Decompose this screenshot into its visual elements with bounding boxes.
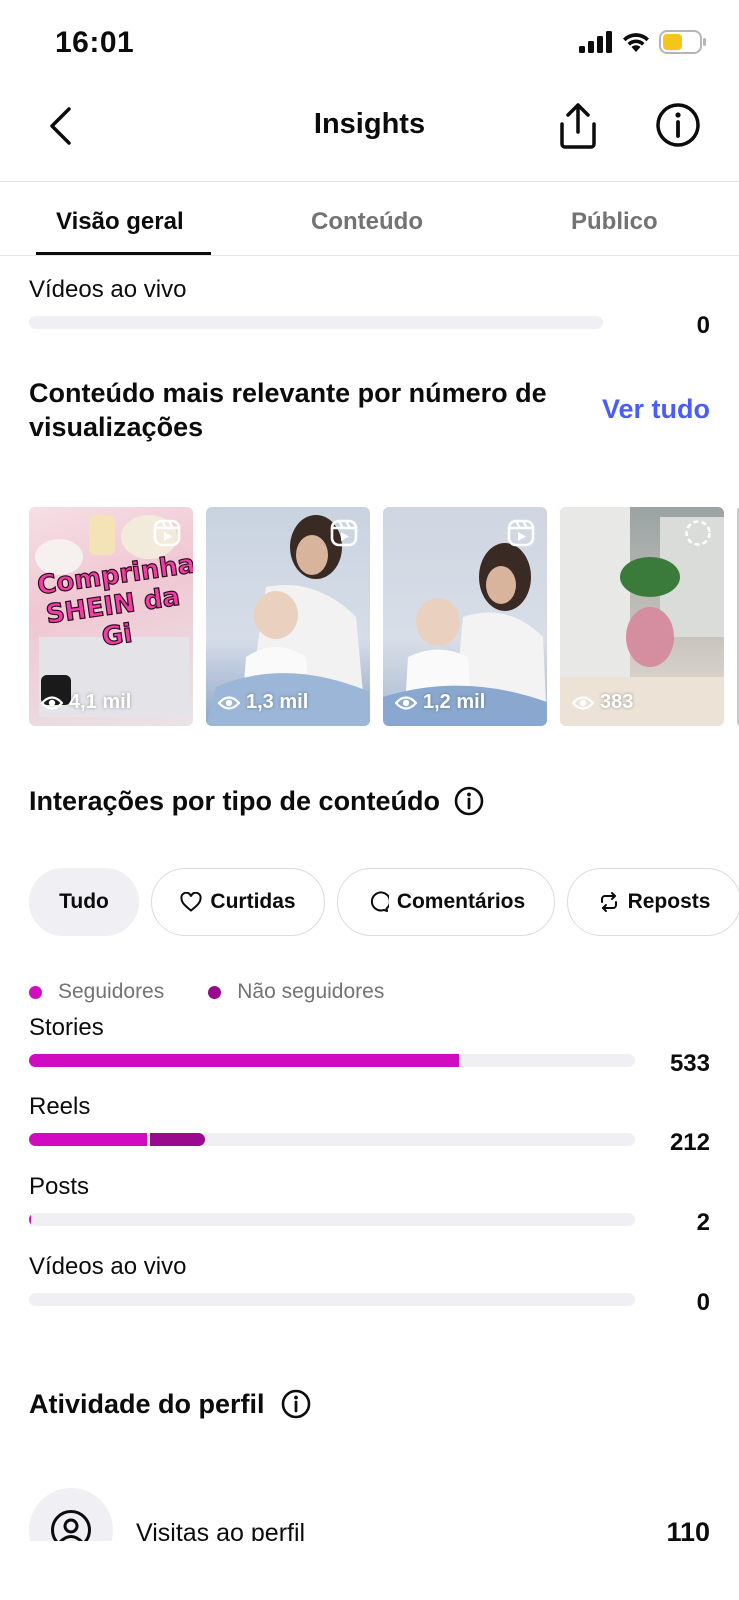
- legend-followers: Seguidores: [29, 980, 164, 1004]
- interactions-header: Interações por tipo de conteúdo: [29, 784, 484, 818]
- status-icons: [579, 30, 707, 54]
- profile-activity-header: Atividade do perfil: [29, 1387, 311, 1421]
- interaction-row-label: Posts: [29, 1173, 90, 1200]
- info-button[interactable]: [655, 102, 701, 148]
- status-time: 16:01: [55, 26, 135, 59]
- filter-all-chip[interactable]: Tudo: [29, 868, 139, 936]
- nav-header: Insights: [0, 84, 739, 182]
- interaction-row-label: Vídeos ao vivo: [29, 1253, 187, 1280]
- thumbnail-views: 1,2 mil: [395, 691, 485, 714]
- filter-reposts-chip[interactable]: Reposts: [567, 868, 739, 936]
- user-circle-icon: [51, 1510, 91, 1541]
- legend-label: Seguidores: [58, 980, 165, 1003]
- page-title: Insights: [313, 108, 426, 140]
- interaction-row-value: 2: [696, 1209, 710, 1236]
- info-icon[interactable]: [281, 1389, 311, 1419]
- tab-audience[interactable]: Público: [571, 208, 658, 236]
- filter-chips: Tudo Curtidas Comentários Reposts: [29, 868, 739, 936]
- content-thumbnail[interactable]: 1,3 mil: [206, 507, 370, 726]
- interactions-title: Interações por tipo de conteúdo: [29, 786, 441, 816]
- filter-likes-chip[interactable]: Curtidas: [151, 868, 325, 936]
- legend-dot-nonfollowers: [208, 985, 222, 999]
- views-count: 4,1 mil: [69, 691, 132, 713]
- thumbnail-views: 1,3 mil: [218, 691, 308, 714]
- top-row-label: Vídeos ao vivo: [29, 276, 187, 303]
- interaction-row-label: Stories: [29, 1014, 104, 1041]
- comment-icon: [370, 891, 389, 912]
- battery-icon: [659, 30, 706, 54]
- interaction-bar: [29, 1054, 635, 1067]
- story-ring-icon: [685, 520, 711, 546]
- wifi-icon: [623, 33, 649, 52]
- reels-icon: [153, 519, 181, 547]
- chip-label: Comentários: [396, 890, 526, 913]
- interaction-row-label: Reels: [29, 1093, 91, 1120]
- eye-icon: [395, 695, 417, 710]
- interaction-bar: [29, 1133, 635, 1146]
- profile-visits-icon-wrap: [29, 1488, 113, 1541]
- reels-icon: [330, 519, 358, 547]
- chip-label: Curtidas: [210, 890, 296, 913]
- top-row-bar: [29, 316, 603, 329]
- eye-icon: [218, 695, 240, 710]
- views-count: 1,3 mil: [246, 691, 309, 713]
- bar-fill-followers: [29, 1213, 31, 1226]
- overview-content[interactable]: Vídeos ao vivo 0 Conteúdo mais relevante…: [0, 256, 739, 1541]
- heart-icon: [180, 892, 202, 912]
- legend-dot-followers: [29, 985, 42, 999]
- repost-icon: [600, 892, 617, 912]
- content-thumbnail[interactable]: 1,2 mil: [383, 507, 547, 726]
- interaction-row-value: 212: [669, 1129, 710, 1156]
- profile-visits-label: Visitas ao perfil: [136, 1519, 306, 1541]
- interaction-row-value: 0: [696, 1289, 710, 1316]
- top-content-title: Conteúdo mais relevante por número de vi…: [29, 378, 547, 442]
- bar-fill-followers: [29, 1133, 147, 1146]
- content-thumbnail[interactable]: Comprinhas SHEIN da Gi 4,1 mil: [29, 507, 193, 726]
- info-icon: [656, 103, 700, 147]
- signal-icon: [579, 31, 612, 53]
- chip-label: Tudo: [59, 890, 109, 913]
- interaction-bar: [29, 1213, 635, 1226]
- info-icon[interactable]: [454, 786, 484, 816]
- share-icon: [560, 103, 596, 149]
- legend-nonfollowers: Não seguidores: [208, 980, 384, 1004]
- thumbnail-views: 4,1 mil: [41, 691, 131, 714]
- eye-icon: [572, 695, 594, 710]
- bar-fill-followers: [29, 1054, 459, 1067]
- legend-label: Não seguidores: [237, 980, 385, 1003]
- bar-fill-nonfollowers: [150, 1133, 205, 1146]
- chip-label: Reposts: [627, 890, 711, 913]
- profile-activity-title: Atividade do perfil: [29, 1389, 265, 1419]
- views-count: 383: [600, 691, 634, 713]
- tab-content[interactable]: Conteúdo: [311, 208, 423, 236]
- tab-overview[interactable]: Visão geral: [56, 208, 184, 236]
- interaction-bar: [29, 1293, 635, 1306]
- top-row-value: 0: [696, 312, 710, 339]
- tab-active-indicator: [36, 252, 211, 255]
- see-all-link[interactable]: Ver tudo: [602, 394, 710, 425]
- eye-icon: [41, 695, 63, 710]
- chart-legend: Seguidores Não seguidores: [29, 980, 384, 1004]
- share-button[interactable]: [556, 102, 600, 150]
- thumbnail-views: 383: [572, 691, 633, 714]
- content-thumbnail[interactable]: 383: [560, 507, 724, 726]
- interaction-row-value: 533: [669, 1050, 710, 1077]
- filter-comments-chip[interactable]: Comentários: [337, 868, 555, 936]
- profile-visits-value: 110: [666, 1517, 710, 1541]
- views-count: 1,2 mil: [423, 691, 486, 713]
- status-bar: 16:01: [0, 0, 739, 84]
- reels-icon: [507, 519, 535, 547]
- tab-bar: Visão geral Conteúdo Público: [0, 182, 739, 256]
